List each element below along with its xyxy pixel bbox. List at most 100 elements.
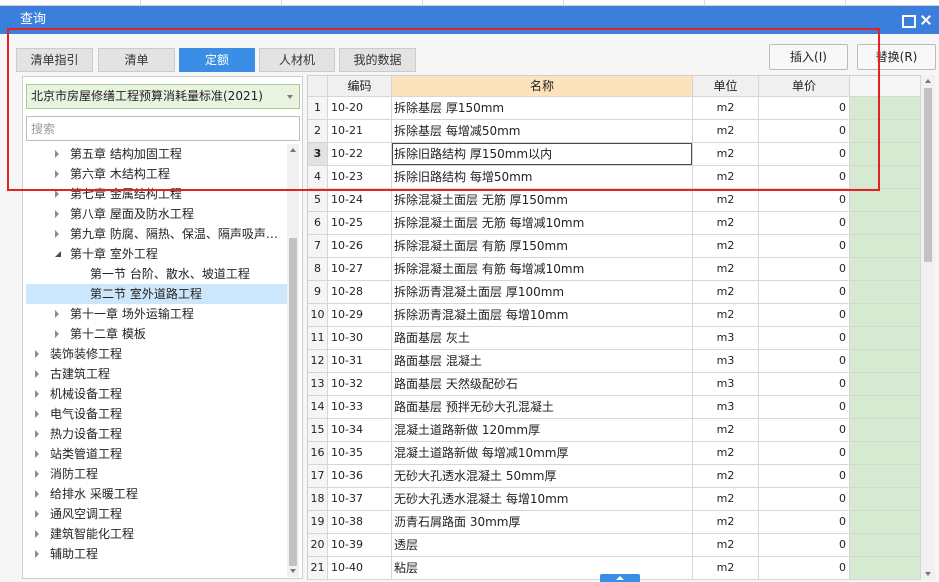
extra-column-cell[interactable] <box>850 465 921 488</box>
unit-cell[interactable]: m2 <box>693 488 759 511</box>
price-cell[interactable]: 0 <box>759 258 850 281</box>
code-header[interactable]: 编码 <box>328 76 392 97</box>
code-cell[interactable]: 10-36 <box>328 465 392 488</box>
tree-node[interactable]: 装饰装修工程 <box>26 344 287 364</box>
tree-toggle-icon[interactable] <box>55 170 59 178</box>
tree-scrollbar[interactable] <box>287 144 299 577</box>
row-number-cell[interactable]: 13 <box>308 373 328 396</box>
name-cell[interactable]: 拆除基层 每增减50mm <box>392 120 693 143</box>
code-cell[interactable]: 10-28 <box>328 281 392 304</box>
row-number-cell[interactable]: 3 <box>308 143 328 166</box>
maximize-icon[interactable] <box>898 11 916 29</box>
extra-column-cell[interactable] <box>850 143 921 166</box>
table-scrollbar[interactable] <box>921 75 935 580</box>
extra-column-cell[interactable] <box>850 97 921 120</box>
extra-column-cell[interactable] <box>850 120 921 143</box>
name-cell[interactable]: 拆除混凝土面层 有筋 每增减10mm <box>392 258 693 281</box>
extra-column-cell[interactable] <box>850 235 921 258</box>
name-cell[interactable]: 路面基层 天然级配砂石 <box>392 373 693 396</box>
tab-bill[interactable]: 清单 <box>98 48 175 72</box>
unit-cell[interactable]: m2 <box>693 189 759 212</box>
scroll-up-icon[interactable] <box>290 148 296 152</box>
tree-node[interactable]: 给排水 采暖工程 <box>26 484 287 504</box>
tree-toggle-icon[interactable] <box>35 430 39 438</box>
table-row[interactable]: 15 10-34 混凝土道路新做 120mm厚 m2 0 <box>308 419 921 442</box>
table-row[interactable]: 5 10-24 拆除混凝土面层 无筋 厚150mm m2 0 <box>308 189 921 212</box>
code-cell[interactable]: 10-31 <box>328 350 392 373</box>
unit-cell[interactable]: m2 <box>693 442 759 465</box>
price-cell[interactable]: 0 <box>759 396 850 419</box>
search-input[interactable] <box>26 116 300 141</box>
row-number-cell[interactable]: 14 <box>308 396 328 419</box>
table-row[interactable]: 4 10-23 拆除旧路结构 每增50mm m2 0 <box>308 166 921 189</box>
tree-node[interactable]: 站类管道工程 <box>26 444 287 464</box>
unit-cell[interactable]: m2 <box>693 511 759 534</box>
table-row[interactable]: 11 10-30 路面基层 灰土 m3 0 <box>308 327 921 350</box>
tree-toggle-icon[interactable] <box>35 390 39 398</box>
tree-node[interactable]: 古建筑工程 <box>26 364 287 384</box>
row-number-cell[interactable]: 4 <box>308 166 328 189</box>
replace-button[interactable]: 替换(R) <box>857 44 936 70</box>
code-cell[interactable]: 10-24 <box>328 189 392 212</box>
code-cell[interactable]: 10-38 <box>328 511 392 534</box>
tree-node[interactable]: 第五章 结构加固工程 <box>26 144 287 164</box>
unit-cell[interactable]: m2 <box>693 557 759 580</box>
table-row[interactable]: 19 10-38 沥青石屑路面 30mm厚 m2 0 <box>308 511 921 534</box>
price-cell[interactable]: 0 <box>759 143 850 166</box>
extra-column-cell[interactable] <box>850 166 921 189</box>
tree-toggle-icon[interactable] <box>35 410 39 418</box>
code-cell[interactable]: 10-33 <box>328 396 392 419</box>
unit-cell[interactable]: m2 <box>693 97 759 120</box>
tree-toggle-icon[interactable] <box>35 450 39 458</box>
name-cell[interactable]: 路面基层 预拌无砂大孔混凝土 <box>392 396 693 419</box>
table-row[interactable]: 9 10-28 拆除沥青混凝土面层 厚100mm m2 0 <box>308 281 921 304</box>
tree-node[interactable]: 机械设备工程 <box>26 384 287 404</box>
price-header[interactable]: 单价 <box>759 76 850 97</box>
scrollbar-thumb[interactable] <box>289 238 297 566</box>
price-cell[interactable]: 0 <box>759 97 850 120</box>
name-cell[interactable]: 路面基层 灰土 <box>392 327 693 350</box>
name-cell[interactable]: 拆除混凝土面层 无筋 每增减10mm <box>392 212 693 235</box>
close-icon[interactable] <box>917 11 935 29</box>
row-number-cell[interactable]: 15 <box>308 419 328 442</box>
tree-toggle-icon[interactable] <box>55 310 59 318</box>
tree-node[interactable]: 第一节 台阶、散水、坡道工程 <box>26 264 287 284</box>
table-row[interactable]: 6 10-25 拆除混凝土面层 无筋 每增减10mm m2 0 <box>308 212 921 235</box>
unit-cell[interactable]: m2 <box>693 534 759 557</box>
price-cell[interactable]: 0 <box>759 235 850 258</box>
extra-column-cell[interactable] <box>850 189 921 212</box>
table-row[interactable]: 18 10-37 无砂大孔透水混凝土 每增10mm m2 0 <box>308 488 921 511</box>
tab-labor-material-machine[interactable]: 人材机 <box>259 48 335 72</box>
row-number-cell[interactable]: 6 <box>308 212 328 235</box>
extra-column-cell[interactable] <box>850 511 921 534</box>
code-cell[interactable]: 10-26 <box>328 235 392 258</box>
table-row[interactable]: 13 10-32 路面基层 天然级配砂石 m3 0 <box>308 373 921 396</box>
name-cell[interactable]: 混凝土道路新做 每增减10mm厚 <box>392 442 693 465</box>
tree-node[interactable]: 第十一章 场外运输工程 <box>26 304 287 324</box>
table-row[interactable]: 20 10-39 透层 m2 0 <box>308 534 921 557</box>
tree-node[interactable]: 第八章 屋面及防水工程 <box>26 204 287 224</box>
row-number-cell[interactable]: 7 <box>308 235 328 258</box>
row-number-cell[interactable]: 16 <box>308 442 328 465</box>
tree-node[interactable]: 消防工程 <box>26 464 287 484</box>
unit-cell[interactable]: m2 <box>693 304 759 327</box>
tree-toggle-icon[interactable] <box>35 490 39 498</box>
tree-toggle-icon[interactable] <box>35 510 39 518</box>
code-cell[interactable]: 10-22 <box>328 143 392 166</box>
name-cell[interactable]: 拆除混凝土面层 有筋 厚150mm <box>392 235 693 258</box>
tree-node[interactable]: 第七章 金属结构工程 <box>26 184 287 204</box>
table-row[interactable]: 12 10-31 路面基层 混凝土 m3 0 <box>308 350 921 373</box>
unit-cell[interactable]: m2 <box>693 120 759 143</box>
tree-node[interactable]: 第十章 室外工程 <box>26 244 287 264</box>
code-cell[interactable]: 10-30 <box>328 327 392 350</box>
price-cell[interactable]: 0 <box>759 488 850 511</box>
row-number-cell[interactable]: 20 <box>308 534 328 557</box>
row-number-cell[interactable]: 5 <box>308 189 328 212</box>
code-cell[interactable]: 10-29 <box>328 304 392 327</box>
tree-node[interactable]: 第十二章 模板 <box>26 324 287 344</box>
price-cell[interactable]: 0 <box>759 304 850 327</box>
unit-cell[interactable]: m2 <box>693 465 759 488</box>
price-cell[interactable]: 0 <box>759 373 850 396</box>
row-number-cell[interactable]: 21 <box>308 557 328 580</box>
unit-cell[interactable]: m2 <box>693 212 759 235</box>
